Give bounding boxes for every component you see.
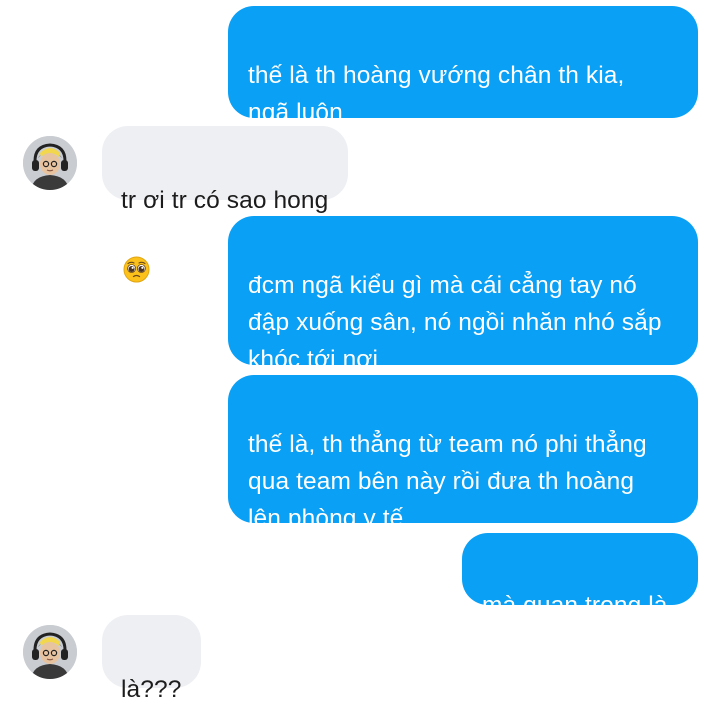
message-text: là???	[121, 676, 182, 703]
outgoing-message-bubble[interactable]: đcm ngã kiểu gì mà cái cẳng tay nó đập x…	[228, 216, 698, 373]
message-text: mà quan trọng là	[482, 592, 668, 619]
message-text: đcm ngã kiểu gì mà cái cẳng tay nó đập x…	[248, 272, 662, 373]
incoming-message-bubble[interactable]: tr ơi tr có sao hong	[102, 126, 349, 283]
message-text: thế là th hoàng vướng chân th kia, ngã l…	[248, 62, 625, 126]
message-thread: thế là th hoàng vướng chân th kia, ngã l…	[0, 0, 720, 703]
incoming-message-bubble[interactable]: là???	[102, 615, 202, 703]
message-text: tr ơi tr có sao hong	[121, 187, 329, 214]
outgoing-message-bubble[interactable]: mà quan trọng là	[462, 533, 698, 619]
pleading-face-emoji-icon	[123, 219, 150, 283]
outgoing-message-bubble[interactable]: thế là th hoàng vướng chân th kia, ngã l…	[228, 6, 698, 126]
outgoing-message-bubble[interactable]: thế là, th thẳng từ team nó phi thẳng qu…	[228, 375, 698, 532]
contact-avatar[interactable]	[23, 625, 77, 679]
contact-avatar[interactable]	[23, 136, 77, 190]
message-text: thế là, th thẳng từ team nó phi thẳng qu…	[248, 431, 647, 532]
